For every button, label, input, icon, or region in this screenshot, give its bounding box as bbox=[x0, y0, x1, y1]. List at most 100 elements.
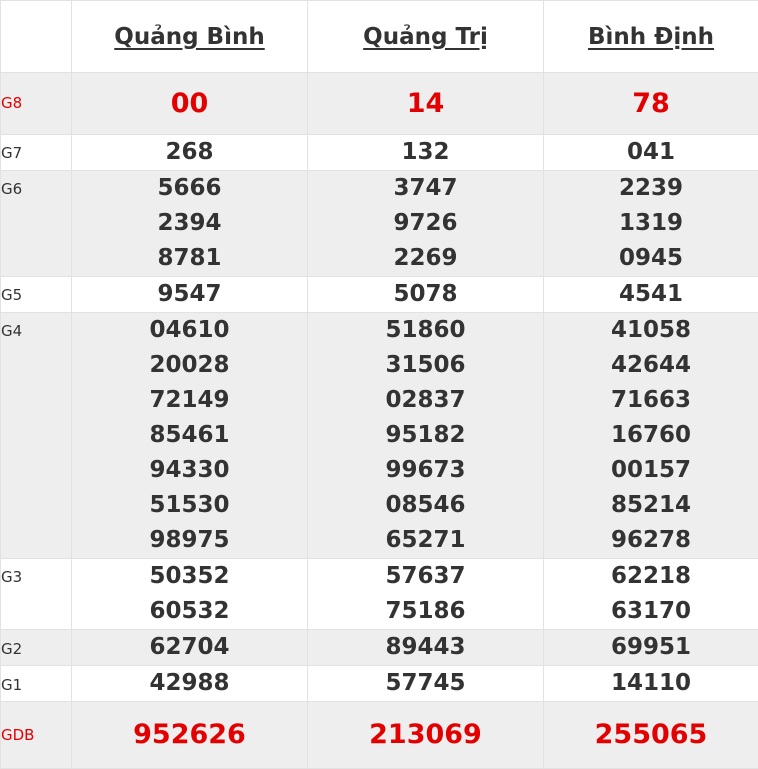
prize-number: 02837 bbox=[308, 383, 543, 418]
prize-number: 65271 bbox=[308, 523, 543, 558]
prize-number: 71663 bbox=[544, 383, 758, 418]
prize-number: 04610 bbox=[72, 313, 307, 348]
header-corner-cell bbox=[1, 1, 72, 73]
prize-label-g7: G7 bbox=[1, 135, 72, 171]
prize-cell-g2-quang-tri: 89443 bbox=[308, 630, 544, 666]
prize-number: 8781 bbox=[72, 241, 307, 276]
prize-row-gdb: GDB 952626 213069 255065 bbox=[1, 702, 758, 769]
prize-cell-g7-quang-tri: 132 bbox=[308, 135, 544, 171]
province-header-row: Quảng Bình Quảng Trị Bình Định bbox=[1, 1, 758, 73]
prize-number: 57745 bbox=[308, 666, 543, 701]
province-header-quang-binh: Quảng Bình bbox=[72, 1, 308, 73]
prize-number: 16760 bbox=[544, 418, 758, 453]
prize-row-g3: G3 50352 60532 57637 75186 62218 63170 bbox=[1, 559, 758, 630]
prize-number: 57637 bbox=[308, 559, 543, 594]
prize-cell-g1-binh-dinh: 14110 bbox=[544, 666, 758, 702]
prize-number: 213069 bbox=[308, 702, 543, 768]
prize-number: 60532 bbox=[72, 594, 307, 629]
prize-cell-g5-binh-dinh: 4541 bbox=[544, 277, 758, 313]
prize-number: 31506 bbox=[308, 348, 543, 383]
prize-number: 98975 bbox=[72, 523, 307, 558]
prize-number: 99673 bbox=[308, 453, 543, 488]
prize-number: 69951 bbox=[544, 630, 758, 665]
prize-cell-g3-quang-binh: 50352 60532 bbox=[72, 559, 308, 630]
prize-number: 62704 bbox=[72, 630, 307, 665]
prize-number: 255065 bbox=[544, 702, 758, 768]
prize-number: 5078 bbox=[308, 277, 543, 312]
prize-number: 9726 bbox=[308, 206, 543, 241]
prize-cell-g5-quang-tri: 5078 bbox=[308, 277, 544, 313]
prize-cell-g3-quang-tri: 57637 75186 bbox=[308, 559, 544, 630]
prize-cell-gdb-quang-tri: 213069 bbox=[308, 702, 544, 769]
prize-number: 96278 bbox=[544, 523, 758, 558]
prize-row-g1: G1 42988 57745 14110 bbox=[1, 666, 758, 702]
prize-number: 952626 bbox=[72, 702, 307, 768]
prize-number: 14 bbox=[308, 73, 543, 134]
prize-cell-gdb-binh-dinh: 255065 bbox=[544, 702, 758, 769]
prize-label-g2: G2 bbox=[1, 630, 72, 666]
prize-cell-g5-quang-binh: 9547 bbox=[72, 277, 308, 313]
prize-cell-g2-quang-binh: 62704 bbox=[72, 630, 308, 666]
prize-number: 51530 bbox=[72, 488, 307, 523]
prize-number: 00157 bbox=[544, 453, 758, 488]
prize-number: 9547 bbox=[72, 277, 307, 312]
province-link-quang-tri[interactable]: Quảng Trị bbox=[363, 24, 488, 50]
prize-row-g6: G6 5666 2394 8781 3747 9726 2269 2239 13… bbox=[1, 171, 758, 277]
prize-row-g8: G8 00 14 78 bbox=[1, 73, 758, 135]
prize-row-g7: G7 268 132 041 bbox=[1, 135, 758, 171]
prize-cell-g4-quang-tri: 51860 31506 02837 95182 99673 08546 6527… bbox=[308, 313, 544, 559]
prize-number: 85214 bbox=[544, 488, 758, 523]
prize-cell-g8-quang-binh: 00 bbox=[72, 73, 308, 135]
prize-number: 132 bbox=[308, 135, 543, 170]
prize-number: 2239 bbox=[544, 171, 758, 206]
prize-label-g1: G1 bbox=[1, 666, 72, 702]
prize-number: 00 bbox=[72, 73, 307, 134]
prize-row-g4: G4 04610 20028 72149 85461 94330 51530 9… bbox=[1, 313, 758, 559]
prize-number: 42644 bbox=[544, 348, 758, 383]
prize-label-g5: G5 bbox=[1, 277, 72, 313]
prize-number: 75186 bbox=[308, 594, 543, 629]
prize-label-g3: G3 bbox=[1, 559, 72, 630]
province-link-binh-dinh[interactable]: Bình Định bbox=[588, 24, 714, 50]
lottery-results-table: Quảng Bình Quảng Trị Bình Định G8 00 14 … bbox=[0, 0, 758, 769]
prize-number: 94330 bbox=[72, 453, 307, 488]
prize-cell-g7-quang-binh: 268 bbox=[72, 135, 308, 171]
prize-number: 0945 bbox=[544, 241, 758, 276]
prize-number: 72149 bbox=[72, 383, 307, 418]
prize-number: 50352 bbox=[72, 559, 307, 594]
prize-cell-g6-quang-tri: 3747 9726 2269 bbox=[308, 171, 544, 277]
prize-number: 14110 bbox=[544, 666, 758, 701]
prize-cell-g8-binh-dinh: 78 bbox=[544, 73, 758, 135]
prize-number: 51860 bbox=[308, 313, 543, 348]
prize-number: 5666 bbox=[72, 171, 307, 206]
prize-row-g2: G2 62704 89443 69951 bbox=[1, 630, 758, 666]
prize-label-g8: G8 bbox=[1, 73, 72, 135]
province-link-quang-binh[interactable]: Quảng Bình bbox=[114, 24, 264, 50]
prize-number: 2394 bbox=[72, 206, 307, 241]
prize-cell-g6-quang-binh: 5666 2394 8781 bbox=[72, 171, 308, 277]
prize-number: 85461 bbox=[72, 418, 307, 453]
prize-cell-g3-binh-dinh: 62218 63170 bbox=[544, 559, 758, 630]
prize-number: 2269 bbox=[308, 241, 543, 276]
prize-cell-g8-quang-tri: 14 bbox=[308, 73, 544, 135]
prize-number: 42988 bbox=[72, 666, 307, 701]
province-header-binh-dinh: Bình Định bbox=[544, 1, 758, 73]
prize-number: 95182 bbox=[308, 418, 543, 453]
prize-cell-g2-binh-dinh: 69951 bbox=[544, 630, 758, 666]
prize-number: 1319 bbox=[544, 206, 758, 241]
prize-number: 3747 bbox=[308, 171, 543, 206]
prize-number: 08546 bbox=[308, 488, 543, 523]
province-header-quang-tri: Quảng Trị bbox=[308, 1, 544, 73]
prize-cell-gdb-quang-binh: 952626 bbox=[72, 702, 308, 769]
prize-number: 78 bbox=[544, 73, 758, 134]
prize-label-g4: G4 bbox=[1, 313, 72, 559]
prize-cell-g1-quang-binh: 42988 bbox=[72, 666, 308, 702]
prize-number: 20028 bbox=[72, 348, 307, 383]
prize-cell-g1-quang-tri: 57745 bbox=[308, 666, 544, 702]
prize-number: 268 bbox=[72, 135, 307, 170]
prize-number: 89443 bbox=[308, 630, 543, 665]
prize-cell-g4-quang-binh: 04610 20028 72149 85461 94330 51530 9897… bbox=[72, 313, 308, 559]
prize-cell-g7-binh-dinh: 041 bbox=[544, 135, 758, 171]
prize-cell-g4-binh-dinh: 41058 42644 71663 16760 00157 85214 9627… bbox=[544, 313, 758, 559]
prize-row-g5: G5 9547 5078 4541 bbox=[1, 277, 758, 313]
